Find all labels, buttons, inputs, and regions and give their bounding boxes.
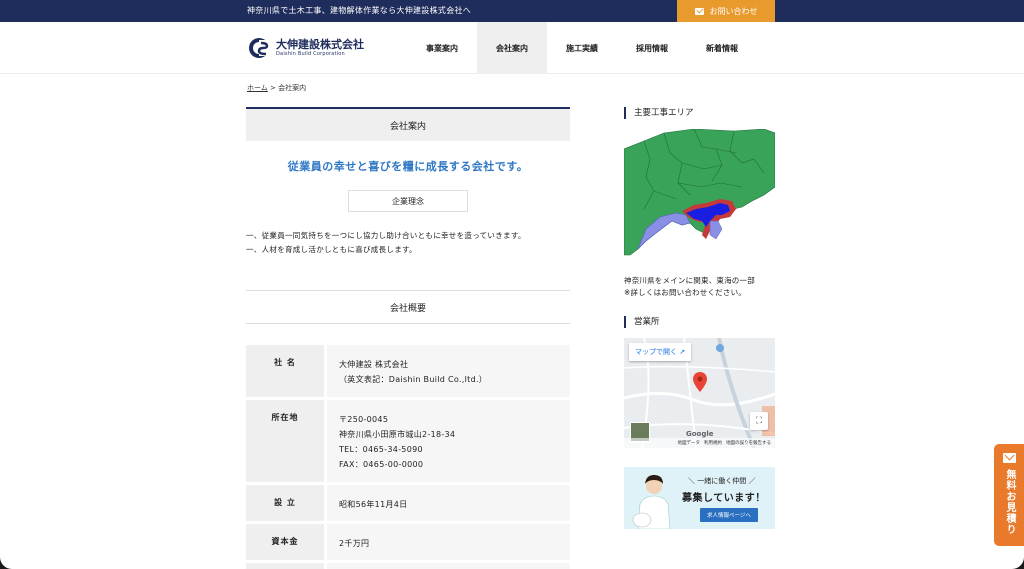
area-note-line: 神奈川県をメインに関東、東海の一部 xyxy=(624,276,755,285)
external-link-icon: ↗ xyxy=(679,348,686,356)
breadcrumb-separator: > xyxy=(270,84,276,92)
office-title: 営業所 xyxy=(624,316,775,328)
philosophy-line: 一、人材を育成し活かしともに喜び成長します。 xyxy=(246,245,417,254)
area-note-line: ※詳しくはお問い合わせください。 xyxy=(624,288,746,297)
section-title: 会社案内 xyxy=(246,107,570,141)
office-google-map[interactable]: マップで開く ↗ ⛶ Google 地図データ 利用規約 地図の誤りを報告する xyxy=(624,338,775,448)
overview-title: 会社概要 xyxy=(246,290,570,324)
nav-item-recruit[interactable]: 採用情報 xyxy=(617,22,687,74)
value-line: 神奈川県小田原市城山2-18-34 xyxy=(339,430,456,439)
map-report-link[interactable]: 地図の誤りを報告する xyxy=(726,440,771,446)
site-logo[interactable]: 大伸建設株式会社 Daishin Build Corporation xyxy=(248,37,364,59)
row-label: 社 名 xyxy=(246,345,324,397)
recruit-page-button[interactable]: 求人情報ページへ xyxy=(700,508,758,522)
row-label xyxy=(246,563,324,569)
map-data-label: 地図データ xyxy=(677,441,701,446)
page: 神奈川県で土木工事、建物解体作業なら大伸建設株式会社へ お問い合わせ 大伸建設株… xyxy=(0,0,1024,569)
value-line: 昭和56年11月4日 xyxy=(339,500,408,509)
map-footer: 地図データ 利用規約 地図の誤りを報告する xyxy=(624,438,775,448)
table-row: 設 立 昭和56年11月4日 xyxy=(246,485,570,521)
construction-area-map xyxy=(623,128,776,259)
recruit-headline: 募集しています！ xyxy=(682,493,766,504)
map-open-label: マップで開く xyxy=(635,348,677,356)
logo-name: 大伸建設株式会社 xyxy=(276,38,364,51)
philosophy-text: 一、従業員一同気持ちを一つにし協力し助け合いともに幸せを造っていきます。 一、人… xyxy=(246,229,570,257)
contact-button-label: お問い合わせ xyxy=(709,6,758,16)
table-row: 資本金 2千万円 xyxy=(246,524,570,560)
row-label: 資本金 xyxy=(246,524,324,560)
catch-copy: 従業員の幸せと喜びを糧に成長する会社です。 xyxy=(287,160,529,173)
free-estimate-label: 無料お見積り xyxy=(1004,469,1015,535)
nav-item-news[interactable]: 新着情報 xyxy=(687,22,757,74)
table-row: 社 名 大伸建設 株式会社 （英文表記：Daishin Build Co.,lt… xyxy=(246,345,570,397)
value-line: 〒250-0045 xyxy=(339,415,389,424)
area-title: 主要工事エリア xyxy=(624,107,775,119)
worker-illustration xyxy=(632,475,671,529)
row-value: 大伸建設 株式会社 （英文表記：Daishin Build Co.,ltd.） xyxy=(327,345,570,397)
mail-icon xyxy=(1002,453,1016,463)
sidebar: 主要工事エリア 神奈川県をメインに関東、東海の一部 ※詳しくはお問い合わせくださ… xyxy=(623,107,776,529)
top-bar: 神奈川県で土木工事、建物解体作業なら大伸建設株式会社へ お問い合わせ xyxy=(0,0,1024,22)
overview-table: 社 名 大伸建設 株式会社 （英文表記：Daishin Build Co.,lt… xyxy=(246,345,570,569)
map-terms-link[interactable]: 利用規約 xyxy=(704,440,722,446)
table-row xyxy=(246,563,570,569)
row-label: 所在地 xyxy=(246,400,324,482)
table-row: 所在地 〒250-0045 神奈川県小田原市城山2-18-34 TEL：0465… xyxy=(246,400,570,482)
row-value: 〒250-0045 神奈川県小田原市城山2-18-34 TEL：0465-34-… xyxy=(327,400,570,482)
nav-item-business[interactable]: 事業案内 xyxy=(407,22,477,74)
breadcrumb-current: 会社案内 xyxy=(278,84,307,92)
main-content: 会社案内 従業員の幸せと喜びを糧に成長する会社です。 企業理念 一、従業員一同気… xyxy=(246,107,570,569)
google-logo: Google xyxy=(686,430,714,438)
free-estimate-tab[interactable]: 無料お見積り xyxy=(994,444,1024,546)
site-header: 大伸建設株式会社 Daishin Build Corporation 事業案内 … xyxy=(0,22,1024,74)
map-pin-icon xyxy=(693,372,707,392)
map-open-link[interactable]: マップで開く ↗ xyxy=(629,343,692,361)
fullscreen-icon[interactable]: ⛶ xyxy=(750,412,768,430)
philosophy-label: 企業理念 xyxy=(348,190,468,212)
value-line: TEL：0465-34-5090 xyxy=(339,445,423,454)
value-line: 大伸建設 株式会社 xyxy=(339,360,409,369)
nav-item-works[interactable]: 施工実績 xyxy=(547,22,617,74)
breadcrumb-home-link[interactable]: ホーム xyxy=(247,84,268,92)
company-logo-icon xyxy=(249,38,270,58)
breadcrumb: ホーム > 会社案内 xyxy=(247,83,306,93)
row-label: 設 立 xyxy=(246,485,324,521)
logo-text: 大伸建設株式会社 Daishin Build Corporation xyxy=(276,38,364,58)
logo-subtitle: Daishin Build Corporation xyxy=(276,51,345,57)
nav-item-company[interactable]: 会社案内 xyxy=(477,22,547,74)
row-value xyxy=(327,563,570,569)
row-value: 昭和56年11月4日 xyxy=(327,485,570,521)
value-line: FAX：0465-00-0000 xyxy=(339,460,424,469)
mail-icon xyxy=(694,7,704,15)
philosophy-line: 一、従業員一同気持ちを一つにし協力し助け合いともに幸せを造っていきます。 xyxy=(246,231,526,240)
contact-button[interactable]: お問い合わせ xyxy=(677,0,775,22)
area-note: 神奈川県をメインに関東、東海の一部 ※詳しくはお問い合わせください。 xyxy=(624,275,775,299)
value-line: 2千万円 xyxy=(339,539,370,548)
top-tagline: 神奈川県で土木工事、建物解体作業なら大伸建設株式会社へ xyxy=(247,6,472,15)
main-nav: 事業案内 会社案内 施工実績 採用情報 新着情報 xyxy=(407,22,757,74)
row-value: 2千万円 xyxy=(327,524,570,560)
recruit-subtitle: ＼ 一緒に働く仲間 ／ xyxy=(688,477,756,485)
value-line: （英文表記：Daishin Build Co.,ltd.） xyxy=(339,375,488,384)
recruit-banner[interactable]: ＼ 一緒に働く仲間 ／ 募集しています！ 求人情報ページへ xyxy=(624,467,775,529)
